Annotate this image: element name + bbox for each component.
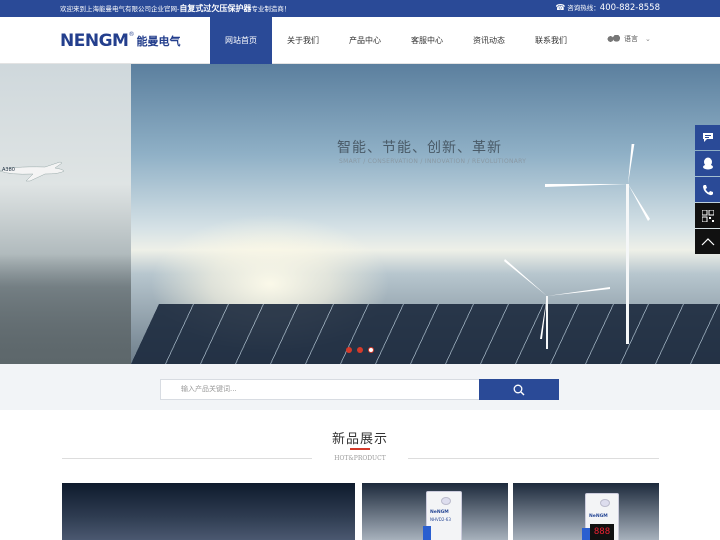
top-bar: 欢迎来到上海能曼电气有限公司企业官网-自复式过欠压保护器专业制造商！ ☎ 咨询热线… <box>0 0 720 17</box>
slider-dot-2[interactable] <box>357 347 363 353</box>
logo-chinese: 能曼电气 <box>136 35 181 48</box>
device-brand: NeNGM <box>589 514 608 519</box>
section-title: 新品展示 <box>331 432 388 447</box>
logo-registered: ® <box>128 30 135 38</box>
chevron-down-icon: ⌄ <box>645 35 651 43</box>
banner-slogan-english: SMART / CONSERVATION / INNOVATION / REVO… <box>339 158 527 165</box>
search-section: 输入产品关键词... <box>0 364 720 410</box>
device-bar <box>582 528 590 540</box>
language-label: 语言 <box>624 35 638 43</box>
logo[interactable]: NENGM ® 能曼电气 <box>60 30 180 52</box>
search-icon <box>513 384 525 395</box>
wind-turbine-small-image <box>504 259 610 349</box>
product-grid: NeNGM NHVD2-63 NeNGM 888 <box>62 483 659 540</box>
section-title-underline <box>350 448 370 450</box>
welcome-suffix: 专业制造商！ <box>251 5 291 13</box>
world-map-icon <box>606 35 621 43</box>
main-nav: 网站首页 关于我们 产品中心 客服中心 资讯动态 联系我们 <box>210 17 582 64</box>
search-input[interactable]: 输入产品关键词... <box>160 379 480 400</box>
airplane-image: A380 <box>0 161 65 182</box>
language-selector[interactable]: 语言 ⌄ <box>606 34 651 44</box>
product-card[interactable]: NeNGM 888 <box>513 483 659 540</box>
chat-button[interactable] <box>695 125 720 150</box>
device-knob <box>600 499 610 507</box>
search-button[interactable] <box>479 379 559 400</box>
welcome-highlight: 自复式过欠压保护器 <box>179 4 252 13</box>
slider-dot-3[interactable] <box>368 347 374 353</box>
header: NENGM ® 能曼电气 网站首页 关于我们 产品中心 客服中心 资讯动态 联系… <box>0 17 720 64</box>
device-model: NHVD2-63 <box>430 517 451 522</box>
welcome-text: 欢迎来到上海能曼电气有限公司企业官网-自复式过欠压保护器专业制造商！ <box>60 3 290 14</box>
nav-item-service[interactable]: 客服中心 <box>396 17 458 64</box>
plane-label: A380 <box>2 167 15 173</box>
back-to-top-button[interactable] <box>695 229 720 254</box>
device-bar <box>423 526 431 540</box>
device-knob <box>441 497 451 505</box>
qq-button[interactable] <box>695 151 720 176</box>
product-card-featured[interactable] <box>62 483 355 540</box>
hotline-label: 咨询热线： <box>567 4 600 12</box>
qq-icon <box>702 157 713 170</box>
back-to-top-icon <box>701 237 714 245</box>
chat-icon <box>702 133 713 142</box>
product-image: NeNGM NHVD2-63 <box>423 491 462 540</box>
slider-dot-1[interactable] <box>346 347 352 353</box>
qrcode-icon <box>701 209 714 222</box>
nav-item-home[interactable]: 网站首页 <box>210 17 272 64</box>
product-card[interactable]: NeNGM NHVD2-63 <box>362 483 508 540</box>
device-brand: NeNGM <box>430 510 449 515</box>
welcome-prefix: 欢迎来到上海能曼电气有限公司企业官网- <box>60 5 180 13</box>
section-subtitle: HOT&PRODUCT <box>334 455 386 462</box>
hotline-number[interactable]: 400-882-8558 <box>600 3 660 13</box>
product-image: NeNGM 888 <box>582 493 619 540</box>
nav-item-products[interactable]: 产品中心 <box>334 17 396 64</box>
floating-sidebar <box>695 125 720 254</box>
logo-mark: NENGM <box>60 31 129 51</box>
hotline: ☎ 咨询热线：400-882-8558 <box>555 2 660 13</box>
phone-icon <box>702 184 713 195</box>
nav-item-news[interactable]: 资讯动态 <box>458 17 520 64</box>
nav-item-about[interactable]: 关于我们 <box>272 17 334 64</box>
nav-item-contact[interactable]: 联系我们 <box>520 17 582 64</box>
phone-button[interactable] <box>695 177 720 202</box>
telephone-icon: ☎ <box>555 3 566 12</box>
qrcode-button[interactable] <box>695 203 720 228</box>
device-display: 888 <box>590 524 614 540</box>
banner-slogan: 智能、节能、创新、革新 <box>337 140 502 156</box>
slider-dots <box>346 347 374 353</box>
mountains-image <box>0 254 131 364</box>
hero-banner: A380 智能、节能、创新、革新 SMART / CONSERVATION / … <box>0 64 720 364</box>
